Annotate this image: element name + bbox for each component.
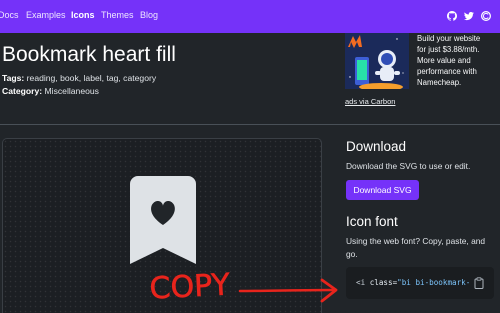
ad-image[interactable]	[345, 33, 409, 89]
nav-link-examples[interactable]: Examples	[26, 10, 66, 21]
nav-link-docs[interactable]: Docs	[0, 10, 19, 21]
ad-text-line[interactable]: Build your website	[417, 34, 480, 44]
handwritten-copy-annotation: COPY	[150, 267, 338, 307]
nav-link-icons[interactable]: Icons	[71, 10, 95, 21]
nav-link-themes[interactable]: Themes	[101, 10, 134, 21]
page-title: Bookmark heart fill	[2, 43, 176, 66]
ad-text-line[interactable]: More value and	[417, 56, 471, 66]
ad-text-line[interactable]: for just $3.88/mth.	[417, 45, 479, 55]
tags-label: Tags:	[2, 73, 25, 83]
ads-via-carbon-link[interactable]: ads via Carbon	[345, 97, 395, 106]
icon-font-description-cont: go.	[346, 249, 358, 259]
bookmark-heart-fill-icon	[130, 176, 196, 264]
tags-value: reading, book, label, tag, category	[26, 73, 157, 83]
nav-link-blog[interactable]: Blog	[140, 10, 158, 21]
opencollective-icon[interactable]	[481, 11, 491, 21]
twitter-icon[interactable]	[464, 11, 474, 21]
icon-font-code-block[interactable]: <i class="bi bi-bookmark-	[346, 267, 494, 299]
tags-line: Tags: reading, book, label, tag, categor…	[2, 73, 156, 84]
github-icon[interactable]	[447, 11, 457, 21]
navbar: Docs Examples Icons Themes Blog	[0, 0, 500, 33]
icon-font-description: Using the web font? Copy, paste, and	[346, 236, 486, 246]
annotation-text: COPY	[150, 267, 231, 306]
ad-text-line[interactable]: performance with	[417, 67, 477, 77]
code-class-value: "bi bi-bookmark-	[397, 278, 471, 287]
icon-font-heading: Icon font	[346, 214, 398, 229]
annotation-arrow-shaft	[238, 288, 335, 293]
code-snippet[interactable]: <i class="bi bi-bookmark-	[356, 278, 470, 288]
code-tag: <i	[356, 278, 370, 287]
category-label: Category:	[2, 86, 43, 96]
code-attribute: class=	[369, 278, 398, 287]
section-divider	[0, 124, 500, 125]
download-svg-button[interactable]: Download SVG	[346, 180, 419, 200]
download-description: Download the SVG to use or edit.	[346, 161, 471, 171]
category-value: Miscellaneous	[44, 86, 99, 96]
category-line: Category: Miscellaneous	[2, 86, 99, 97]
ad-text-line[interactable]: Namecheap.	[417, 78, 461, 88]
ad-illustration	[345, 33, 409, 89]
clipboard-icon[interactable]	[474, 277, 484, 289]
download-heading: Download	[346, 139, 407, 154]
